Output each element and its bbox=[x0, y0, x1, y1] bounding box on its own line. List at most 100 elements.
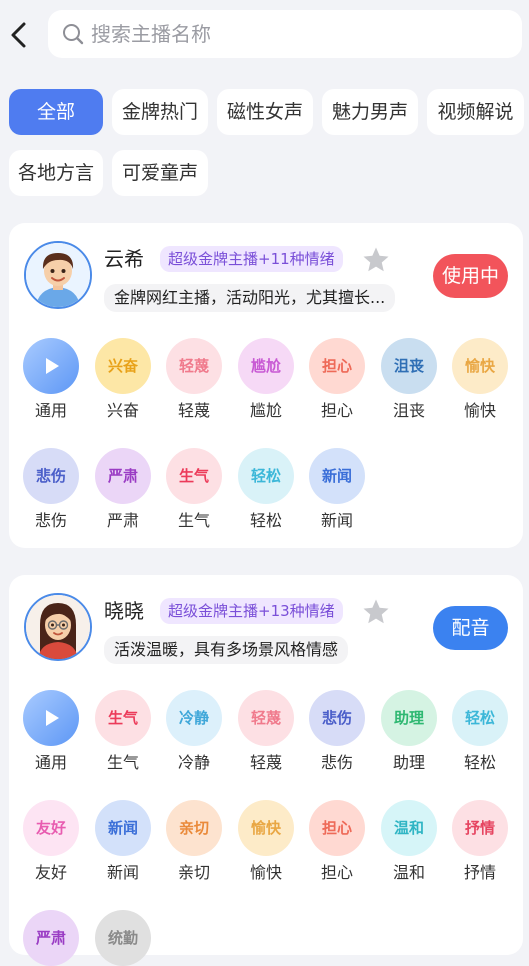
emotion-item[interactable]: 通用 bbox=[22, 690, 80, 774]
dub-button[interactable]: 配音 bbox=[433, 606, 508, 650]
emotion-label: 通用 bbox=[34, 401, 67, 420]
emotion-icon: 轻松 bbox=[452, 690, 508, 746]
filter-chip[interactable]: 金牌热门 bbox=[112, 89, 208, 135]
avatar bbox=[24, 241, 92, 309]
emotion-item[interactable]: 沮丧 沮丧 bbox=[380, 338, 438, 422]
emotion-item[interactable]: 轻蔑 轻蔑 bbox=[237, 690, 295, 774]
top-bar: 搜索主播名称 bbox=[0, 0, 529, 70]
emotion-item[interactable]: 悲伤 悲伤 bbox=[308, 690, 366, 774]
anchor-badge: 超级金牌主播+13种情绪 bbox=[160, 598, 343, 624]
emotion-icon: 愉快 bbox=[452, 338, 508, 394]
emotion-icon: 统勤 bbox=[95, 910, 151, 966]
emotion-item[interactable]: 通用 bbox=[22, 338, 80, 422]
emotion-item[interactable]: 兴奋 兴奋 bbox=[94, 338, 152, 422]
play-icon bbox=[23, 338, 79, 394]
anchor-name: 晓晓 bbox=[104, 599, 144, 623]
emotion-item[interactable]: 统勤 bbox=[94, 910, 152, 966]
filter-chip[interactable]: 全部 bbox=[9, 89, 103, 135]
emotion-label: 生气 bbox=[106, 753, 139, 772]
in-use-button[interactable]: 使用中 bbox=[433, 254, 508, 298]
emotion-label: 愉快 bbox=[463, 401, 496, 420]
emotion-item[interactable]: 生气 生气 bbox=[165, 448, 223, 532]
emotion-item[interactable]: 轻松 轻松 bbox=[237, 448, 295, 532]
emotion-item[interactable]: 抒情 抒情 bbox=[451, 800, 509, 884]
emotion-item[interactable]: 担心 担心 bbox=[308, 800, 366, 884]
back-arrow-icon[interactable] bbox=[6, 20, 34, 50]
search-input[interactable]: 搜索主播名称 bbox=[48, 10, 522, 58]
anchor-badge: 超级金牌主播+11种情绪 bbox=[160, 246, 343, 272]
emotion-label: 悲伤 bbox=[34, 511, 67, 530]
play-icon bbox=[23, 690, 79, 746]
emotion-item[interactable]: 冷静 冷静 bbox=[165, 690, 223, 774]
emotion-icon: 严肃 bbox=[95, 448, 151, 504]
emotion-item[interactable]: 担心 担心 bbox=[308, 338, 366, 422]
emotion-item[interactable]: 悲伤 悲伤 bbox=[22, 448, 80, 532]
filter-chip[interactable]: 可爱童声 bbox=[112, 150, 208, 196]
emotion-icon: 悲伤 bbox=[309, 690, 365, 746]
emotion-item[interactable]: 亲切 亲切 bbox=[165, 800, 223, 884]
emotion-icon: 亲切 bbox=[166, 800, 222, 856]
emotion-label: 新闻 bbox=[106, 863, 139, 882]
filter-chip[interactable]: 视频解说 bbox=[427, 89, 524, 135]
emotion-item[interactable]: 友好 友好 bbox=[22, 800, 80, 884]
emotion-label: 悲伤 bbox=[320, 753, 353, 772]
emotion-item[interactable]: 轻松 轻松 bbox=[451, 690, 509, 774]
emotion-label: 新闻 bbox=[320, 511, 353, 530]
emotion-icon: 轻松 bbox=[238, 448, 294, 504]
anchor-card: 云希 超级金牌主播+11种情绪 金牌网红主播，活动阳光，尤其擅长... 使用中 … bbox=[9, 223, 523, 548]
avatar bbox=[24, 593, 92, 661]
filter-chip[interactable]: 磁性女声 bbox=[217, 89, 313, 135]
emotion-label: 友好 bbox=[34, 863, 67, 882]
emotion-item[interactable]: 愉快 愉快 bbox=[237, 800, 295, 884]
favorite-star-icon[interactable] bbox=[361, 245, 391, 275]
emotion-label: 温和 bbox=[392, 863, 425, 882]
emotion-icon: 友好 bbox=[23, 800, 79, 856]
emotion-icon: 沮丧 bbox=[381, 338, 437, 394]
anchor-description: 活泼温暖，具有多场景风格情感 bbox=[104, 636, 349, 664]
emotion-icon: 生气 bbox=[166, 448, 222, 504]
emotion-icon: 轻蔑 bbox=[166, 338, 222, 394]
search-placeholder: 搜索主播名称 bbox=[91, 22, 211, 46]
emotion-icon: 兴奋 bbox=[95, 338, 151, 394]
emotion-label: 担心 bbox=[320, 401, 353, 420]
emotion-item[interactable]: 温和 温和 bbox=[380, 800, 438, 884]
emotion-label: 担心 bbox=[320, 863, 353, 882]
emotion-label: 尴尬 bbox=[249, 401, 282, 420]
emotion-label: 兴奋 bbox=[106, 401, 139, 420]
emotion-label: 助理 bbox=[392, 753, 425, 772]
emotion-icon: 温和 bbox=[381, 800, 437, 856]
emotion-label: 严肃 bbox=[106, 511, 139, 530]
emotion-item[interactable]: 尴尬 尴尬 bbox=[237, 338, 295, 422]
emotion-label: 通用 bbox=[34, 753, 67, 772]
emotion-icon: 尴尬 bbox=[238, 338, 294, 394]
emotion-label: 轻松 bbox=[249, 511, 282, 530]
emotion-item[interactable]: 新闻 新闻 bbox=[94, 800, 152, 884]
emotion-label: 冷静 bbox=[177, 753, 210, 772]
emotion-label: 生气 bbox=[177, 511, 210, 530]
emotion-icon: 悲伤 bbox=[23, 448, 79, 504]
emotion-item[interactable]: 轻蔑 轻蔑 bbox=[165, 338, 223, 422]
emotion-icon: 严肃 bbox=[23, 910, 79, 966]
emotion-item[interactable]: 严肃 严肃 bbox=[94, 448, 152, 532]
emotion-item[interactable]: 生气 生气 bbox=[94, 690, 152, 774]
filter-chip[interactable]: 各地方言 bbox=[9, 150, 103, 196]
filter-chip[interactable]: 魅力男声 bbox=[322, 89, 418, 135]
emotion-icon: 生气 bbox=[95, 690, 151, 746]
emotion-icon: 助理 bbox=[381, 690, 437, 746]
emotion-item[interactable]: 新闻 新闻 bbox=[308, 448, 366, 532]
emotion-item[interactable]: 严肃 bbox=[22, 910, 80, 966]
emotion-icon: 轻蔑 bbox=[238, 690, 294, 746]
emotion-icon: 新闻 bbox=[309, 448, 365, 504]
search-icon bbox=[62, 23, 84, 45]
emotion-label: 亲切 bbox=[177, 863, 210, 882]
emotion-icon: 冷静 bbox=[166, 690, 222, 746]
emotion-icon: 担心 bbox=[309, 800, 365, 856]
emotion-item[interactable]: 愉快 愉快 bbox=[451, 338, 509, 422]
emotion-label: 轻松 bbox=[463, 753, 496, 772]
emotion-icon: 担心 bbox=[309, 338, 365, 394]
emotion-item[interactable]: 助理 助理 bbox=[380, 690, 438, 774]
anchor-card: 晓晓 超级金牌主播+13种情绪 活泼温暖，具有多场景风格情感 配音 通用 生气 生气… bbox=[9, 575, 523, 966]
emotion-label: 抒情 bbox=[463, 863, 496, 882]
favorite-star-icon[interactable] bbox=[361, 597, 391, 627]
emotion-label: 轻蔑 bbox=[177, 401, 210, 420]
